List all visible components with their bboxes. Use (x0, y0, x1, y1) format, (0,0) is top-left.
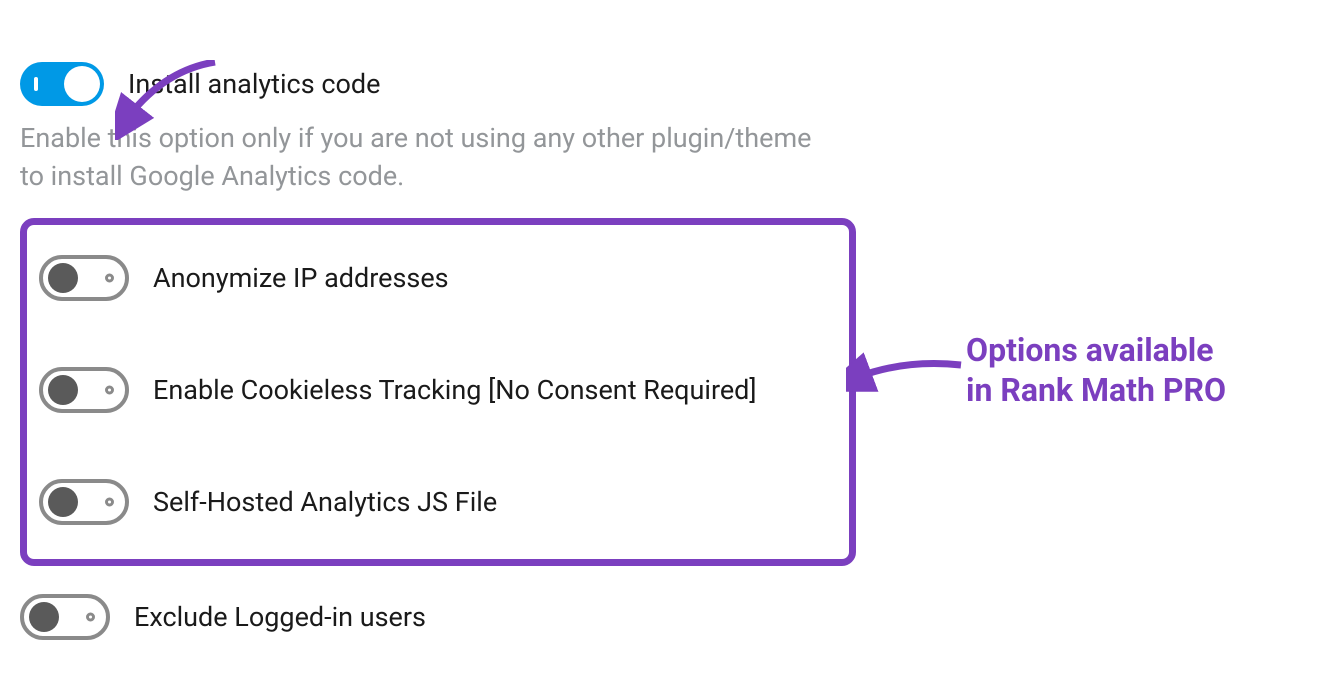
toggle-knob (29, 602, 59, 632)
toggle-off-indicator (105, 385, 114, 394)
exclude-logged-in-toggle-row: Exclude Logged-in users (20, 594, 1308, 640)
exclude-logged-in-toggle[interactable] (20, 594, 110, 640)
self-hosted-toggle-row: Self-Hosted Analytics JS File (39, 479, 837, 525)
cookieless-toggle[interactable] (39, 367, 129, 413)
toggle-knob (48, 375, 78, 405)
pro-annotation-text: Options available in Rank Math PRO (966, 330, 1226, 410)
toggle-knob (64, 66, 100, 102)
cookieless-label: Enable Cookieless Tracking [No Consent R… (153, 374, 757, 406)
annotation-arrow-icon (846, 337, 966, 397)
toggle-knob (48, 487, 78, 517)
install-analytics-help-text: Enable this option only if you are not u… (20, 120, 830, 196)
install-analytics-label: Install analytics code (128, 68, 380, 100)
toggle-off-indicator (105, 497, 114, 506)
install-analytics-toggle[interactable] (20, 62, 104, 106)
self-hosted-toggle[interactable] (39, 479, 129, 525)
anonymize-ip-toggle[interactable] (39, 255, 129, 301)
toggle-off-indicator (105, 273, 114, 282)
pro-annotation-line2: in Rank Math PRO (966, 371, 1226, 409)
exclude-logged-in-label: Exclude Logged-in users (134, 601, 426, 633)
toggle-on-indicator (34, 77, 38, 91)
pro-annotation-line1: Options available (966, 331, 1214, 369)
install-analytics-toggle-row: Install analytics code (20, 62, 1308, 106)
self-hosted-label: Self-Hosted Analytics JS File (153, 486, 497, 518)
anonymize-ip-toggle-row: Anonymize IP addresses (39, 255, 837, 301)
cookieless-toggle-row: Enable Cookieless Tracking [No Consent R… (39, 367, 837, 413)
pro-options-box: Anonymize IP addresses Enable Cookieless… (20, 218, 856, 566)
toggle-knob (48, 263, 78, 293)
toggle-off-indicator (86, 612, 95, 621)
anonymize-ip-label: Anonymize IP addresses (153, 262, 449, 294)
